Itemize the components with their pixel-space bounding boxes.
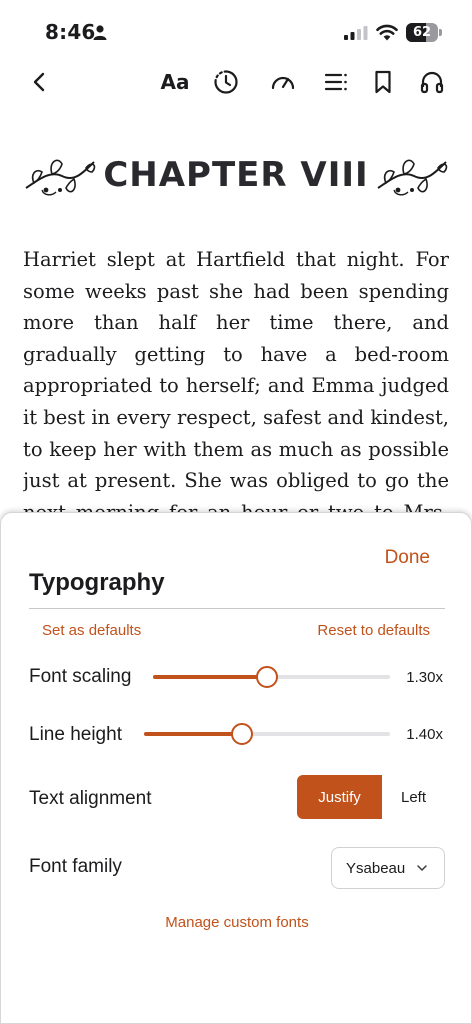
- done-button[interactable]: Done: [385, 547, 430, 569]
- wifi-icon: [376, 24, 398, 41]
- history-icon: [214, 70, 238, 94]
- chapter-title: CHAPTER VIII: [103, 155, 369, 195]
- line-height-value: 1.40x: [406, 726, 443, 743]
- font-family-value: Ysabeau: [346, 859, 406, 877]
- font-scaling-slider[interactable]: [153, 666, 390, 688]
- person-icon: [93, 25, 107, 40]
- font-settings-button[interactable]: Aa: [158, 66, 192, 98]
- font-family-label: Font family: [29, 856, 122, 877]
- battery-percent: 62: [412, 25, 432, 40]
- audiobook-button[interactable]: [416, 66, 448, 98]
- table-of-contents-button[interactable]: [320, 66, 352, 98]
- headphones-icon: [420, 71, 444, 94]
- bookmark-button[interactable]: [367, 66, 399, 98]
- font-scaling-value: 1.30x: [406, 669, 443, 686]
- reader-text: Harriet slept at Hartfield that night. F…: [23, 244, 449, 516]
- manage-custom-fonts-button[interactable]: Manage custom fonts: [165, 914, 308, 931]
- bookmark-icon: [375, 70, 391, 94]
- sheet-title: Typography: [29, 569, 165, 596]
- reset-defaults-button[interactable]: Reset to defaults: [317, 622, 430, 639]
- toc-list-icon: [324, 73, 347, 91]
- back-chevron-icon: [33, 72, 45, 92]
- line-height-label: Line height: [29, 724, 122, 745]
- back-button[interactable]: [24, 66, 56, 98]
- font-scaling-label: Font scaling: [29, 666, 132, 687]
- reader-toolbar: Aa: [0, 62, 472, 102]
- typography-sheet: Done Typography Set as defaults Reset to…: [0, 512, 472, 1024]
- chapter-heading: CHAPTER VIII: [22, 145, 450, 205]
- manage-custom-fonts-link: Manage custom fonts: [1, 914, 472, 931]
- text-alignment-label: Text alignment: [29, 788, 152, 809]
- justify-option[interactable]: Justify: [297, 775, 382, 819]
- paragraph: Harriet slept at Hartfield that night. F…: [23, 248, 449, 516]
- signal-icon: [344, 26, 368, 40]
- slider-thumb[interactable]: [231, 723, 254, 745]
- line-height-slider[interactable]: [144, 723, 390, 745]
- floral-ornament-icon: [377, 159, 448, 196]
- text-alignment-segmented-control: Justify Left: [297, 775, 445, 819]
- divider: [29, 608, 445, 609]
- set-defaults-button[interactable]: Set as defaults: [42, 622, 141, 639]
- status-time: 8:46: [45, 20, 96, 44]
- battery-icon: 62: [406, 23, 442, 42]
- font-family-select[interactable]: Ysabeau: [331, 847, 445, 889]
- floral-ornament-icon: [25, 159, 96, 196]
- speed-gauge-icon: [271, 76, 295, 90]
- left-option[interactable]: Left: [382, 775, 445, 819]
- font-settings-label: Aa: [160, 70, 190, 94]
- speed-button[interactable]: [267, 66, 299, 98]
- slider-thumb[interactable]: [255, 666, 278, 688]
- status-bar: 8:46 62: [0, 0, 472, 62]
- chevron-down-icon: [417, 865, 427, 871]
- history-button[interactable]: [210, 66, 242, 98]
